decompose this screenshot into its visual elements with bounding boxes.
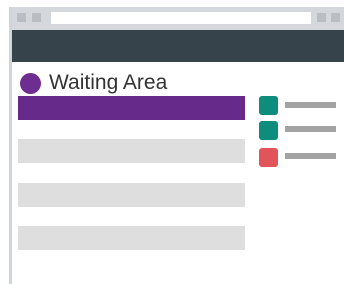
page-title: Waiting Area — [49, 71, 168, 94]
legend-text-placeholder — [285, 126, 336, 132]
window-control-button[interactable] — [32, 13, 41, 22]
window-control-button[interactable] — [317, 13, 326, 22]
queue-row[interactable] — [18, 226, 245, 250]
browser-window: Waiting Area — [9, 7, 344, 284]
queue-row-selected[interactable] — [18, 96, 245, 120]
app-toolbar — [12, 30, 344, 62]
window-control-button[interactable] — [17, 13, 26, 22]
page-header: Waiting Area — [20, 68, 167, 98]
queue-row[interactable] — [18, 139, 245, 163]
red-square-icon — [259, 148, 278, 167]
address-bar[interactable] — [51, 12, 311, 24]
status-dot-icon — [20, 72, 41, 94]
teal-square-icon — [259, 121, 278, 140]
legend-text-placeholder — [285, 102, 336, 108]
queue-row[interactable] — [18, 183, 245, 207]
window-chrome — [12, 7, 344, 30]
teal-square-icon — [259, 96, 278, 115]
window-control-button[interactable] — [331, 13, 340, 22]
legend-text-placeholder — [285, 153, 336, 159]
